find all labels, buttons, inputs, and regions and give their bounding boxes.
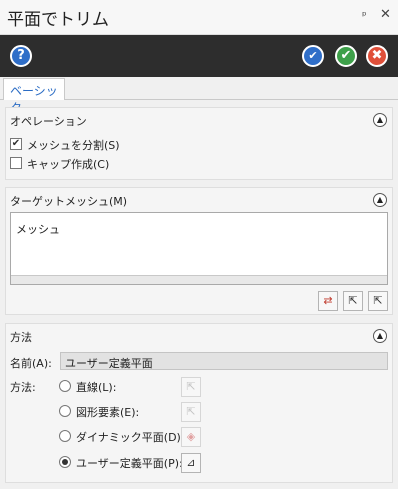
option-user-plane-label: ユーザー定義平面(P): (76, 457, 183, 470)
pin-icon[interactable]: ᵖ (362, 9, 367, 22)
collapse-operation-icon[interactable]: ▲ (373, 113, 387, 127)
option-dynamic-plane-label: ダイナミック平面(D): (76, 431, 185, 444)
select-icon[interactable]: ⇱ (368, 291, 388, 311)
ok-button[interactable]: ✔ (335, 45, 357, 67)
title-bar: 平面でトリム ᵖ ✕ (0, 0, 398, 35)
collapse-target-mesh-icon[interactable]: ▲ (373, 193, 387, 207)
target-mesh-list[interactable]: メッシュ (10, 212, 388, 285)
list-item[interactable]: メッシュ (16, 221, 60, 237)
collapse-method-icon[interactable]: ▲ (373, 329, 387, 343)
radio-user-plane[interactable] (59, 456, 71, 468)
split-mesh-checkbox[interactable]: ✔ (10, 138, 22, 150)
radio-line[interactable] (59, 380, 71, 392)
geometry-pointer-icon[interactable]: ⇱ (181, 402, 201, 422)
window-title: 平面でトリム (7, 10, 109, 30)
user-plane-icon[interactable]: ⊿ (181, 453, 201, 473)
option-line-label: 直線(L): (76, 381, 117, 394)
horizontal-scrollbar[interactable] (11, 275, 387, 284)
target-mesh-title: ターゲットメッシュ(M) (10, 195, 128, 208)
operation-title: オペレーション (10, 115, 87, 128)
dynamic-plane-icon[interactable]: ◈ (181, 427, 201, 447)
tab-basic[interactable]: ベーシック (3, 78, 65, 115)
help-button[interactable]: ? (10, 45, 32, 67)
name-field[interactable]: ユーザー定義平面 (60, 352, 388, 370)
cancel-button[interactable]: ✖ (366, 45, 388, 67)
option-geometry-label: 図形要素(E): (76, 406, 140, 419)
radio-geometry[interactable] (59, 405, 71, 417)
swap-arrows-icon[interactable]: ⇄ (318, 291, 338, 311)
add-select-icon[interactable]: ⇱ (343, 291, 363, 311)
split-mesh-label: メッシュを分割(S) (27, 139, 120, 152)
name-label: 名前(A): (10, 357, 52, 370)
cap-label: キャップ作成(C) (27, 158, 110, 171)
cap-checkbox[interactable] (10, 157, 22, 169)
method-title: 方法 (10, 331, 32, 344)
apply-button[interactable]: ✔ (302, 45, 324, 67)
line-pointer-icon[interactable]: ⇱ (181, 377, 201, 397)
method-label: 方法: (10, 381, 36, 394)
radio-dynamic-plane[interactable] (59, 430, 71, 442)
close-icon[interactable]: ✕ (380, 7, 391, 22)
